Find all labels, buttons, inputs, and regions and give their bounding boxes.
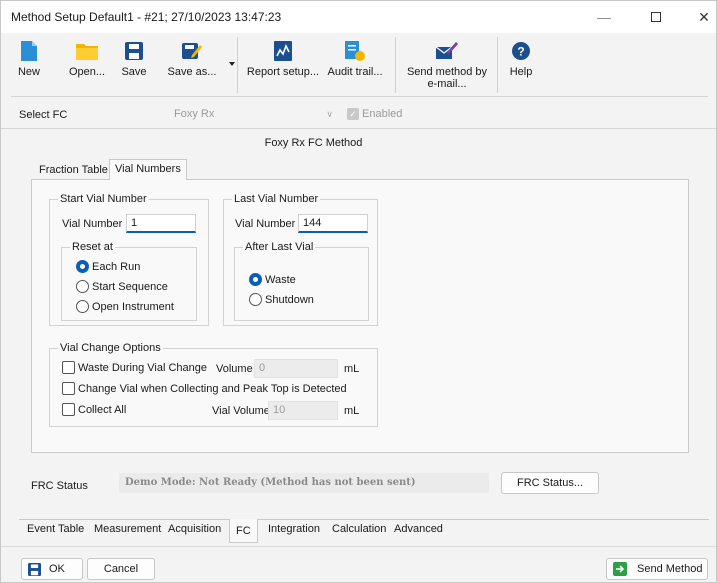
vial-numbers-panel: Start Vial Number Vial Number 1 Reset at… <box>31 179 689 453</box>
method-title: Foxy Rx FC Method <box>264 137 363 149</box>
cancel-button[interactable]: Cancel <box>87 558 155 580</box>
tab-vial-numbers[interactable]: Vial Numbers <box>109 159 187 180</box>
new-button[interactable]: New <box>17 35 41 95</box>
radio-empty-icon <box>249 293 262 306</box>
new-file-icon <box>18 40 40 62</box>
minimize-button[interactable]: — <box>581 1 627 33</box>
save-as-button[interactable]: Save as... <box>167 35 217 95</box>
maximize-icon <box>651 12 661 22</box>
reset-at-group: Reset at Each Run Start Sequence Open In… <box>61 241 197 321</box>
last-vial-number-input[interactable]: 144 <box>298 214 368 233</box>
select-fc-row: Select FC Foxy Rx ∨ ✓ Enabled <box>1 101 716 129</box>
toolbar-separator <box>237 37 238 93</box>
reset-each-run-radio[interactable]: Each Run <box>76 260 140 273</box>
tab-advanced[interactable]: Advanced <box>394 523 443 535</box>
change-vial-peak-top-checkbox[interactable]: Change Vial when Collecting and Peak Top… <box>62 382 347 395</box>
report-setup-button[interactable]: Report setup... <box>247 35 319 95</box>
email-edit-icon <box>436 40 458 62</box>
maximize-button[interactable] <box>633 1 679 33</box>
tab-integration[interactable]: Integration <box>268 523 320 535</box>
checkbox-checked-icon: ✓ <box>347 108 359 120</box>
checkbox-empty-icon <box>62 361 75 374</box>
method-setup-window: Method Setup Default1 - #21; 27/10/2023 … <box>0 0 717 583</box>
after-waste-radio[interactable]: Waste <box>249 273 296 286</box>
audit-trail-icon <box>344 40 366 62</box>
bottom-tab-strip: Event Table Measurement Acquisition FC I… <box>19 519 709 543</box>
checkbox-empty-icon <box>62 403 75 416</box>
radio-empty-icon <box>76 280 89 293</box>
radio-selected-icon <box>76 260 89 273</box>
frc-status-label: FRC Status <box>31 480 88 492</box>
vial-volume-input[interactable]: 10 <box>268 401 338 420</box>
close-button[interactable]: ✕ <box>681 1 717 33</box>
tab-fraction-table[interactable]: Fraction Table <box>34 161 113 179</box>
start-vial-number-input[interactable]: 1 <box>126 214 196 233</box>
svg-text:?: ? <box>517 45 524 59</box>
start-vial-number-group: Start Vial Number Vial Number 1 Reset at… <box>49 193 209 326</box>
tab-calculation[interactable]: Calculation <box>332 523 386 535</box>
save-icon <box>28 562 41 576</box>
tab-measurement[interactable]: Measurement <box>94 523 161 535</box>
save-icon <box>123 40 145 62</box>
send-method-button[interactable]: Send Method <box>606 558 708 580</box>
volume-input[interactable]: 0 <box>254 359 338 378</box>
close-icon: ✕ <box>698 8 710 25</box>
after-last-vial-group: After Last Vial Waste Shutdown <box>234 241 369 321</box>
vial-change-options-group: Vial Change Options Waste During Vial Ch… <box>49 342 378 427</box>
window-title: Method Setup Default1 - #21; 27/10/2023 … <box>11 10 282 24</box>
tab-event-table[interactable]: Event Table <box>27 523 84 535</box>
frc-status-text: Demo Mode: Not Ready (Method has not bee… <box>119 473 489 493</box>
open-button[interactable]: Open... <box>67 35 107 95</box>
save-as-dropdown-icon[interactable] <box>229 62 235 66</box>
frc-status-button[interactable]: FRC Status... <box>501 472 599 494</box>
send-arrow-icon <box>613 562 627 576</box>
folder-icon <box>76 40 98 62</box>
select-fc-label: Select FC <box>19 109 68 121</box>
waste-during-vial-change-checkbox[interactable]: Waste During Vial Change <box>62 361 207 374</box>
title-bar: Method Setup Default1 - #21; 27/10/2023 … <box>1 1 716 33</box>
checkbox-empty-icon <box>62 382 75 395</box>
tab-fc[interactable]: FC <box>229 519 258 543</box>
help-button[interactable]: ? Help <box>507 35 535 95</box>
audit-trail-button[interactable]: Audit trail... <box>327 35 383 95</box>
fc-select[interactable]: Foxy Rx ∨ <box>169 105 339 125</box>
toolbar-separator <box>497 37 498 93</box>
save-button[interactable]: Save <box>119 35 149 95</box>
reset-start-sequence-radio[interactable]: Start Sequence <box>76 280 168 293</box>
collect-all-checkbox[interactable]: Collect All <box>62 403 126 416</box>
after-shutdown-radio[interactable]: Shutdown <box>249 293 314 306</box>
radio-empty-icon <box>76 300 89 313</box>
save-as-icon <box>181 40 203 62</box>
tab-acquisition[interactable]: Acquisition <box>168 523 221 535</box>
minimize-icon: — <box>597 9 611 25</box>
reset-open-instrument-radio[interactable]: Open Instrument <box>76 300 174 313</box>
enabled-checkbox[interactable]: ✓ Enabled <box>347 108 402 120</box>
chevron-down-icon: ∨ <box>326 109 333 119</box>
last-vial-number-group: Last Vial Number Vial Number 144 After L… <box>223 193 378 326</box>
footer-separator <box>1 546 716 547</box>
send-method-email-button[interactable]: Send method by e-mail... <box>407 35 487 95</box>
ok-button[interactable]: OK <box>21 558 83 580</box>
help-icon: ? <box>510 40 532 62</box>
toolbar-separator <box>395 37 396 93</box>
radio-selected-icon <box>249 273 262 286</box>
report-chart-icon <box>272 40 294 62</box>
toolbar: New Open... Save Save as... Report setup… <box>11 35 708 97</box>
